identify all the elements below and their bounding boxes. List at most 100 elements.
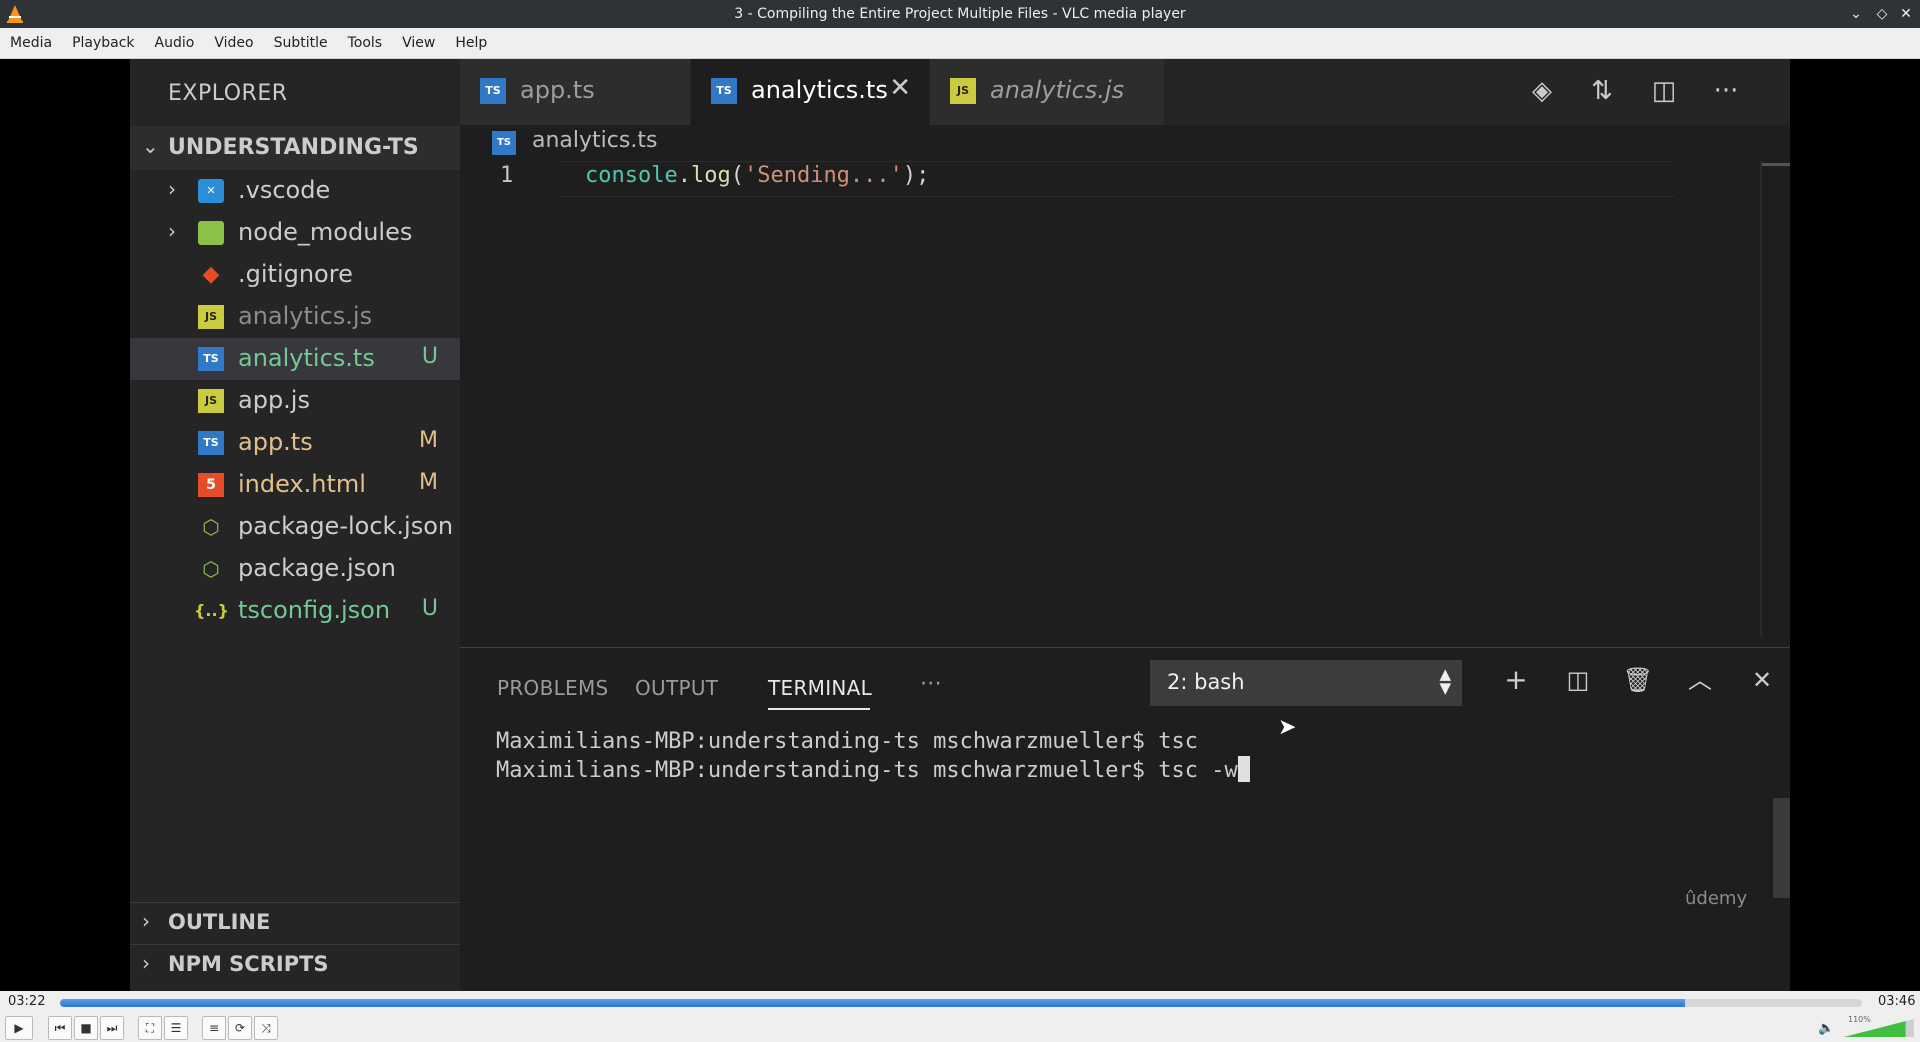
active-tab-underline xyxy=(768,708,870,710)
node-folder-icon xyxy=(198,221,224,245)
file-index-html: 5 index.html M xyxy=(130,464,460,506)
ts-file-icon: TS xyxy=(198,347,224,371)
open-changes-icon: ⇅ xyxy=(1591,76,1613,106)
window-title: 3 - Compiling the Entire Project Multipl… xyxy=(734,6,1186,22)
shuffle-button[interactable]: ⤨ xyxy=(254,1016,278,1040)
js-file-icon: JS xyxy=(950,78,976,104)
chevron-right-icon: › xyxy=(142,951,150,975)
node-icon: ⬡ xyxy=(202,557,220,581)
line-number: 1 xyxy=(500,163,514,188)
seek-bar[interactable] xyxy=(60,999,1862,1007)
maximize-icon[interactable]: ◇ xyxy=(1872,4,1892,24)
close-window-icon[interactable]: ✕ xyxy=(1896,4,1916,24)
json-braces-icon: {..} xyxy=(194,601,229,620)
select-arrows-icon: ▲ ▼ xyxy=(1439,665,1451,697)
extended-settings-button[interactable]: ☰ xyxy=(164,1016,188,1040)
menu-playback[interactable]: Playback xyxy=(62,28,144,58)
chevron-right-icon: › xyxy=(142,909,150,933)
elapsed-time: 03:22 xyxy=(8,994,46,1009)
loop-button[interactable]: ⟳ xyxy=(228,1016,252,1040)
untracked-badge: U xyxy=(421,596,438,621)
explorer-title: EXPLORER xyxy=(168,81,288,106)
minimize-icon[interactable]: ⌄ xyxy=(1846,4,1866,24)
file-analytics-ts: TS analytics.ts U xyxy=(130,338,460,380)
code-line: console.log('Sending...'); xyxy=(585,163,930,188)
js-file-icon: JS xyxy=(198,389,224,413)
folder-node-modules: › node_modules xyxy=(168,218,413,246)
file-analytics-js: JS analytics.js xyxy=(130,296,460,338)
node-icon: ⬡ xyxy=(202,515,220,539)
terminal-panel: PROBLEMS OUTPUT TERMINAL ··· 2: bash ▲ ▼ … xyxy=(460,647,1790,991)
html5-icon: 5 xyxy=(198,473,224,497)
tab-output: OUTPUT xyxy=(635,676,719,700)
tab-terminal: TERMINAL xyxy=(768,676,873,700)
terminal-output: Maximilians-MBP:understanding-ts mschwar… xyxy=(496,728,1250,785)
play-button[interactable]: ▶ xyxy=(5,1016,33,1040)
split-editor-icon: ◫ xyxy=(1651,76,1677,106)
ts-file-icon: TS xyxy=(480,78,506,104)
mouse-pointer-icon: ➤ xyxy=(1278,715,1297,740)
git-icon: ◆ xyxy=(202,262,220,287)
tab-analytics-js: JS analytics.js xyxy=(930,59,1165,125)
npm-scripts-section: › NPM SCRIPTS xyxy=(130,944,460,985)
menu-help[interactable]: Help xyxy=(445,28,497,58)
folder-vscode: › ✕ .vscode xyxy=(168,176,331,204)
video-frame: EXPLORER ⌄ UNDERSTANDING-TS › ✕ .vscode … xyxy=(130,59,1790,991)
volume-slider[interactable] xyxy=(1844,1019,1914,1037)
chevron-up-icon: ︿ xyxy=(1688,666,1712,694)
menu-bar: Media Playback Audio Video Subtitle Tools View… xyxy=(0,28,1920,59)
text-cursor xyxy=(1237,756,1250,782)
breadcrumb: TS analytics.ts xyxy=(460,125,1790,161)
total-time: 03:46 xyxy=(1878,994,1916,1009)
project-folder-row: ⌄ UNDERSTANDING-TS xyxy=(130,126,460,170)
project-name: UNDERSTANDING-TS xyxy=(168,135,419,160)
file-tsconfig-json: {..} tsconfig.json U xyxy=(194,596,438,624)
menu-video[interactable]: Video xyxy=(204,28,263,58)
menu-tools[interactable]: Tools xyxy=(338,28,393,58)
modified-badge: M xyxy=(419,470,438,495)
close-tab-icon: ✕ xyxy=(889,73,911,103)
chevron-right-icon: › xyxy=(168,177,176,201)
title-bar: 3 - Compiling the Entire Project Multipl… xyxy=(0,0,1920,28)
ts-file-icon: TS xyxy=(492,131,516,155)
terminal-select: 2: bash ▲ ▼ xyxy=(1150,660,1462,706)
chevron-right-icon: › xyxy=(168,219,176,243)
js-file-icon: JS xyxy=(198,305,224,329)
tab-problems: PROBLEMS xyxy=(497,676,609,700)
previous-button[interactable]: ⏮ xyxy=(48,1016,72,1040)
ts-file-icon: TS xyxy=(198,431,224,455)
file-package-lock-json: ⬡ package-lock.json xyxy=(130,506,460,548)
menu-audio[interactable]: Audio xyxy=(145,28,205,58)
code-editor: 1 console.log('Sending...'); xyxy=(460,161,1790,637)
more-icon: ··· xyxy=(920,672,942,697)
seek-progress xyxy=(60,999,1686,1007)
udemy-watermark: ûdemy xyxy=(1685,888,1748,909)
ts-file-icon: TS xyxy=(711,78,737,104)
file-app-js: JS app.js xyxy=(130,380,460,422)
fullscreen-button[interactable]: ⛶ xyxy=(138,1016,162,1040)
outline-section: › OUTLINE xyxy=(130,902,460,943)
new-terminal-icon: + xyxy=(1504,663,1528,696)
chevron-down-icon: ⌄ xyxy=(142,134,159,158)
menu-view[interactable]: View xyxy=(392,28,445,58)
speaker-icon[interactable]: 🔈 xyxy=(1818,1021,1834,1036)
untracked-badge: U xyxy=(421,344,438,369)
player-controls: 03:22 03:46 ▶ ⏮ ■ ⏭ ⛶ ☰ ≡ ⟳ ⤨ 🔈 110% xyxy=(0,991,1920,1042)
tab-app-ts: TS app.ts xyxy=(460,59,691,125)
more-actions-icon: ··· xyxy=(1713,76,1739,106)
split-terminal-icon: ◫ xyxy=(1566,666,1590,694)
next-button[interactable]: ⏭ xyxy=(100,1016,124,1040)
explorer-sidebar: EXPLORER ⌄ UNDERSTANDING-TS › ✕ .vscode … xyxy=(130,59,460,991)
modified-badge: M xyxy=(419,428,438,453)
video-area[interactable]: EXPLORER ⌄ UNDERSTANDING-TS › ✕ .vscode … xyxy=(0,59,1920,991)
vscode-folder-icon: ✕ xyxy=(198,179,224,203)
file-app-ts: TS app.ts M xyxy=(130,422,460,464)
playlist-button[interactable]: ≡ xyxy=(202,1016,226,1040)
menu-media[interactable]: Media xyxy=(0,28,62,58)
menu-subtitle[interactable]: Subtitle xyxy=(264,28,338,58)
git-compare-icon: ◈ xyxy=(1532,76,1552,106)
minimap-line xyxy=(1762,163,1790,166)
close-panel-icon: ✕ xyxy=(1751,666,1773,694)
terminal-scrollbar xyxy=(1773,798,1790,898)
stop-button[interactable]: ■ xyxy=(74,1016,98,1040)
